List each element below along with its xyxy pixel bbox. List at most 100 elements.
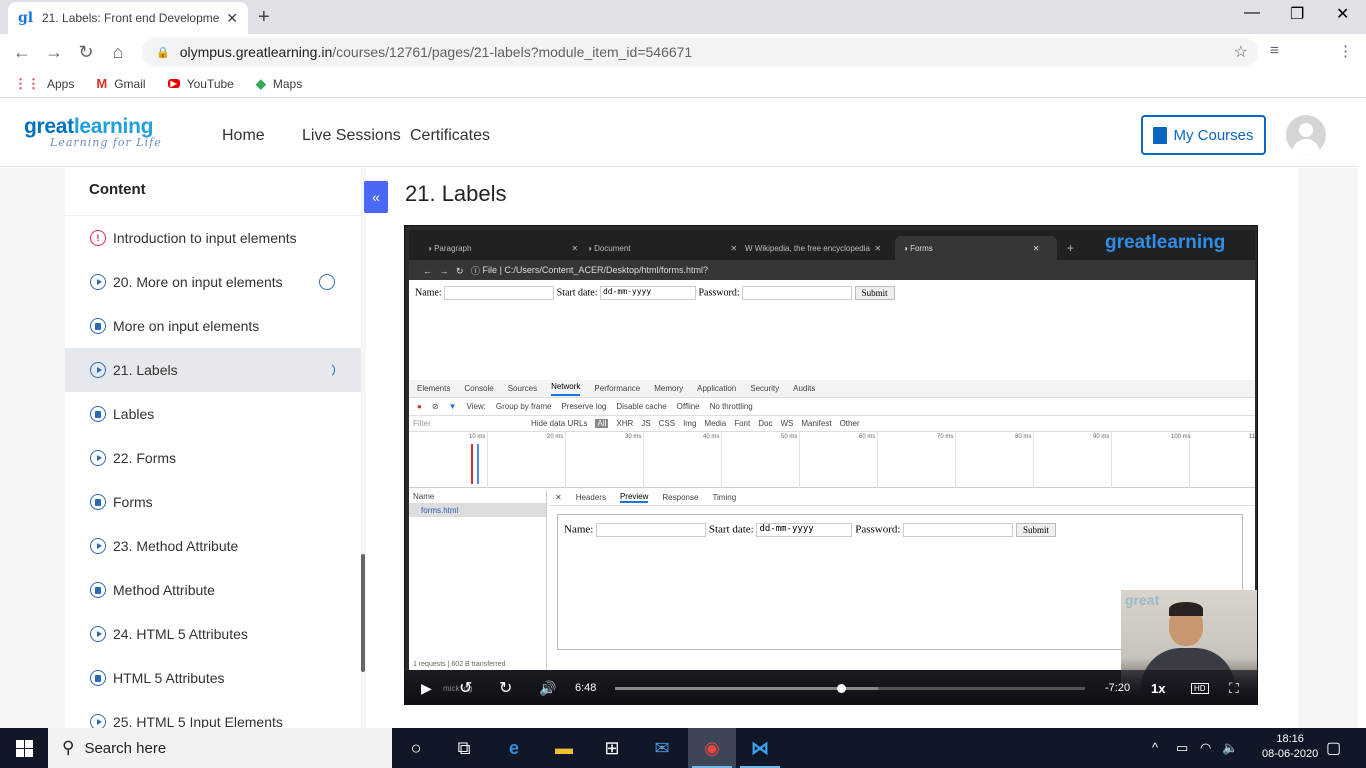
menu-dots-icon[interactable]: ⋮ <box>1338 42 1353 60</box>
close-tab-icon[interactable]: ✕ <box>226 10 238 27</box>
devtools-tab: Network <box>551 382 581 396</box>
address-bar[interactable]: 🔒 olympus.greatlearning.in /courses/1276… <box>142 38 1258 66</box>
timeline-tick-label: 30 ms <box>625 434 642 440</box>
forward-icon[interactable]: → <box>38 42 70 63</box>
taskbar-search[interactable]: ⚲ Search here <box>48 728 392 768</box>
play-icon[interactable]: ▶ <box>421 680 432 697</box>
detail-tabs: ✕ Headers Preview Response Timing <box>549 490 1255 506</box>
close-window-icon[interactable]: ✕ <box>1336 4 1349 24</box>
timeline-tick-label: 10 ms <box>469 434 486 440</box>
video-player[interactable]: ◑ Paragraph ✕ ◑ Document ✕ W Wikipedia, th… <box>404 225 1258 705</box>
edge-icon[interactable]: e <box>490 728 538 768</box>
progress-spinner-icon <box>319 362 335 378</box>
filter-chip: Font <box>734 419 751 428</box>
minimize-icon[interactable]: — <box>1244 4 1260 22</box>
store-icon[interactable]: ⊞ <box>588 728 636 768</box>
bookmark-maps[interactable]: ◆ Maps <box>256 76 302 92</box>
greatlearning-logo[interactable]: greatlearning Learning for Life <box>24 115 162 149</box>
timeline-gridline <box>487 432 488 488</box>
speaker-icon[interactable]: 🔈 <box>1222 740 1238 756</box>
filter-funnel-icon: ▼ <box>448 402 457 411</box>
site-header: greatlearning Learning for Life Home Liv… <box>0 103 1358 167</box>
filter-chip: Manifest <box>801 419 832 428</box>
timeline-tick-label: 60 ms <box>859 434 876 440</box>
browser-toolbar: ← → ↻ ⌂ 🔒 olympus.greatlearning.in /cour… <box>0 34 1366 96</box>
bookmark-star-icon[interactable]: ☆ <box>1234 42 1248 62</box>
sidebar-item[interactable]: Method Attribute <box>65 568 361 612</box>
new-tab-button[interactable]: + <box>258 6 270 29</box>
chrome-icon[interactable]: ◉ <box>688 728 736 768</box>
back-icon[interactable]: ← <box>6 42 38 63</box>
video-tab-paragraph: ◑ Paragraph ✕ <box>427 243 579 253</box>
disable-cache: Disable cache <box>616 402 667 411</box>
clock-date: 08-06-2020 <box>1262 748 1319 760</box>
file-explorer-icon[interactable]: ▬ <box>540 728 588 768</box>
gmail-icon: M <box>96 76 108 91</box>
seek-knob[interactable] <box>836 684 846 693</box>
reload-video-icon[interactable]: ↻ <box>499 678 512 698</box>
detail-tab: Response <box>662 493 699 502</box>
notifications-icon[interactable]: ▢ <box>1326 738 1341 758</box>
vscode-icon[interactable]: ⋈ <box>736 728 784 768</box>
filter-chip: JS <box>641 419 651 428</box>
tab-title: 21. Labels: Front end Developme <box>42 11 220 25</box>
sidebar-item[interactable]: 20. More on input elements <box>65 260 361 304</box>
sidebar-item[interactable]: More on input elements <box>65 304 361 348</box>
sidebar-item[interactable]: Introduction to input elements <box>65 216 361 260</box>
devtools-filter-bar: Filter Hide data URLs All XHR JS CSS Img Media… <box>409 416 1255 432</box>
mail-icon[interactable]: ✉ <box>638 728 686 768</box>
seek-bar[interactable] <box>615 684 1085 693</box>
video-controls: ▶ mick log ↺ ↻ 🔊 6:48 -7:20 1x HD ⛶ <box>405 670 1257 704</box>
video-address-bar: ← → ↻ ⓘ File | C:/Users/Content_ACER/Des… <box>409 260 1255 280</box>
user-avatar[interactable] <box>1286 115 1326 155</box>
sidebar-item[interactable]: 25. HTML 5 Input Elements <box>65 700 361 728</box>
reload-icon[interactable]: ↻ <box>70 42 102 63</box>
incomplete-circle-icon <box>319 274 335 290</box>
tray-overflow-icon[interactable]: ^ <box>1152 740 1158 755</box>
fullscreen-icon[interactable]: ⛶ <box>1229 680 1239 697</box>
sidebar-scrollbar[interactable] <box>361 554 365 672</box>
sidebar-item[interactable]: Forms <box>65 480 361 524</box>
book-icon <box>1153 126 1168 144</box>
browser-tab[interactable]: gl 21. Labels: Front end Developme ✕ <box>8 2 248 34</box>
taskbar-clock[interactable]: 18:16 08-06-2020 <box>1262 732 1318 762</box>
restore-icon[interactable]: ❐ <box>1290 4 1304 24</box>
hd-icon[interactable]: HD <box>1191 682 1209 694</box>
home-icon[interactable]: ⌂ <box>102 42 134 63</box>
devtools-tab: Performance <box>594 384 641 393</box>
timeline-marker-blue <box>477 444 479 484</box>
preview-password-field <box>903 523 1014 537</box>
filter-chip: Media <box>704 419 727 428</box>
task-view-icon[interactable]: ⧉ <box>440 728 488 768</box>
nav-home[interactable]: Home <box>222 127 265 145</box>
sidebar-item[interactable]: Lables <box>65 392 361 436</box>
nav-live-sessions[interactable]: Live Sessions <box>302 127 401 145</box>
devtools-tab: Console <box>464 384 494 393</box>
bookmark-gmail[interactable]: M Gmail <box>96 76 145 91</box>
sidebar-item[interactable]: 21. Labels <box>65 348 361 392</box>
sidebar-item[interactable]: 24. HTML 5 Attributes <box>65 612 361 656</box>
media-queue-icon[interactable]: ≡ <box>1270 42 1279 59</box>
collapse-sidebar-button[interactable]: « <box>364 181 388 213</box>
battery-icon[interactable]: ▭ <box>1176 740 1188 756</box>
offline: Offline <box>676 402 700 411</box>
timeline-gridline <box>1033 432 1034 488</box>
document-icon <box>90 670 106 686</box>
nav-certificates[interactable]: Certificates <box>410 127 490 145</box>
wifi-icon[interactable]: ◠ <box>1200 740 1211 756</box>
rewind-icon[interactable]: ↺ <box>459 678 472 698</box>
video-tab-label: Document <box>594 243 631 253</box>
filter-chip: Img <box>683 419 697 428</box>
start-button[interactable] <box>0 728 48 768</box>
sidebar-item[interactable]: 22. Forms <box>65 436 361 480</box>
bookmark-apps[interactable]: ⋮⋮ Apps <box>14 76 74 92</box>
video-new-tab-icon: + <box>1067 241 1075 255</box>
preview-name-label: Name: <box>564 523 594 536</box>
my-courses-button[interactable]: My Courses <box>1141 115 1266 155</box>
sidebar-item[interactable]: HTML 5 Attributes <box>65 656 361 700</box>
bookmark-youtube[interactable]: ▶ YouTube <box>167 77 234 91</box>
playback-speed[interactable]: 1x <box>1151 681 1165 696</box>
volume-icon[interactable]: 🔊 <box>539 680 556 697</box>
cortana-icon[interactable]: ○ <box>392 728 440 768</box>
sidebar-item[interactable]: 23. Method Attribute <box>65 524 361 568</box>
